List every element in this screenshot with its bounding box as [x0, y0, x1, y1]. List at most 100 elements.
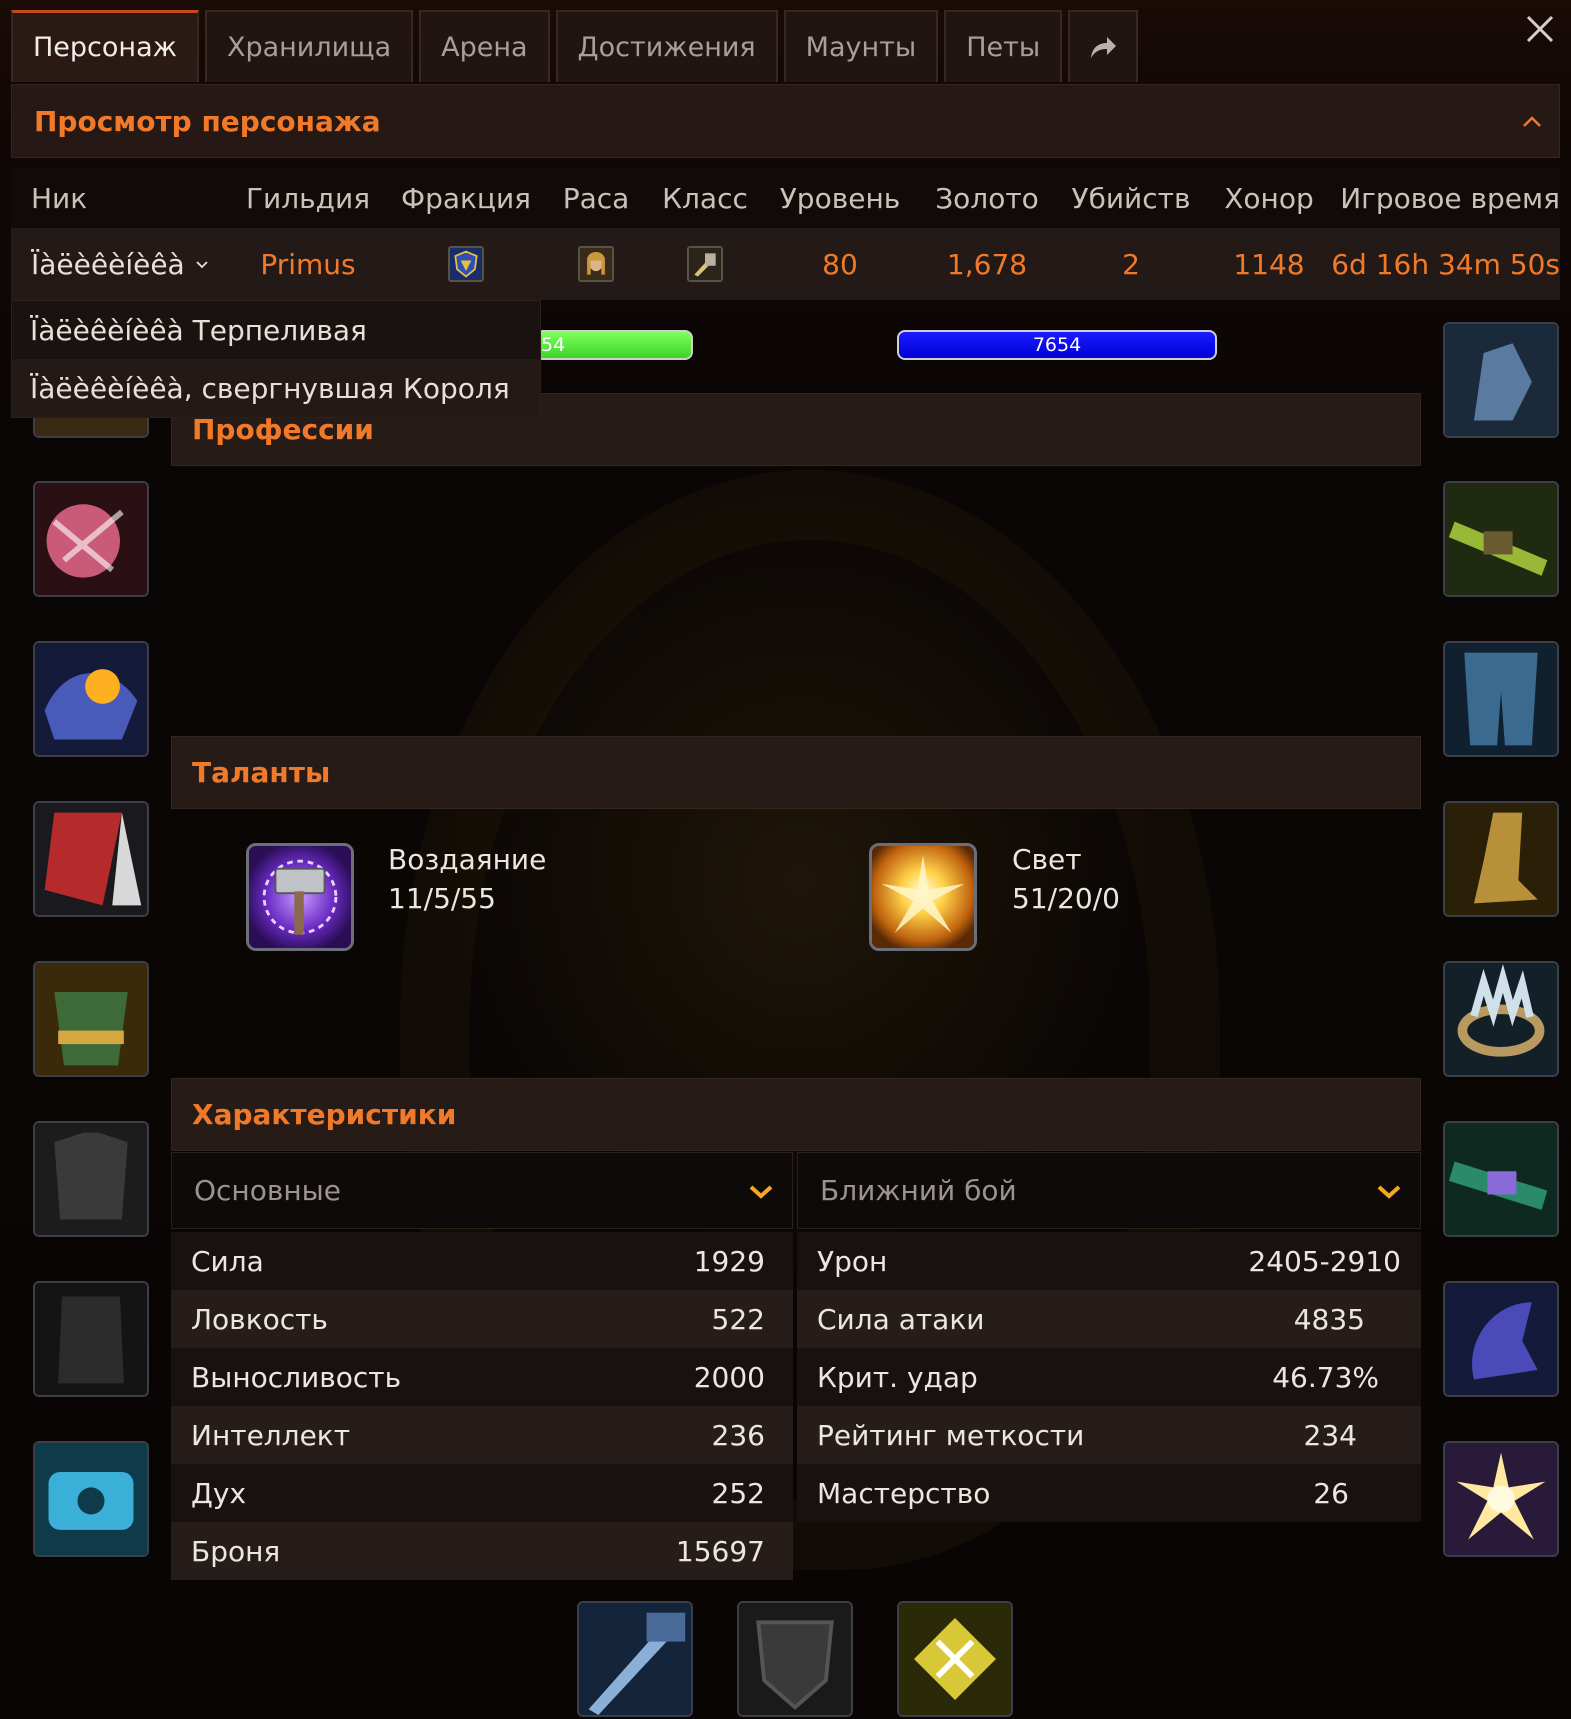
- nick-dropdown: Ïàëèêèíèêà Терпеливая Ïàëèêèíèêà, свергн…: [11, 300, 541, 418]
- stats-melee-select[interactable]: Ближний бой: [797, 1152, 1421, 1229]
- stat-row: Рейтинг меткости 234: [797, 1406, 1421, 1464]
- share-button[interactable]: [1068, 10, 1139, 82]
- gear-slot-off-hand[interactable]: [737, 1601, 853, 1717]
- table-header: Ник Гильдия Фракция Раса Класс Уровень З…: [11, 168, 1560, 228]
- gloves-icon: [1445, 324, 1557, 436]
- stat-row: Броня 15697: [171, 1522, 793, 1580]
- col-level: Уровень: [779, 181, 901, 215]
- stat-value: 4835: [1293, 1302, 1365, 1336]
- nick-value: Ïàëèêèíèêà: [31, 247, 185, 281]
- gear-slot-finger1[interactable]: [1443, 961, 1559, 1077]
- stat-label: Броня: [191, 1534, 281, 1568]
- col-nick: Ник: [31, 181, 88, 215]
- neck-icon: [35, 483, 147, 595]
- main-hand-icon: [579, 1603, 691, 1715]
- gear-slot-chest[interactable]: [33, 961, 149, 1077]
- close-icon[interactable]: [1523, 12, 1557, 46]
- stat-value: 236: [711, 1418, 765, 1452]
- talent-spec-points: 11/5/55: [388, 882, 496, 915]
- mana-value: 7654: [1032, 334, 1082, 356]
- gear-slot-back[interactable]: [33, 801, 149, 917]
- select-value: Основные: [194, 1174, 342, 1207]
- gear-slot-wrist[interactable]: [33, 1441, 149, 1557]
- ring-icon: [1445, 1123, 1557, 1235]
- chevron-down-icon: [749, 1185, 773, 1199]
- stats-category-select[interactable]: Основные: [171, 1152, 793, 1229]
- stats-title: Характеристики: [192, 1098, 457, 1131]
- stat-label: Мастерство: [817, 1476, 991, 1510]
- chevron-down-icon: [196, 261, 208, 269]
- chevron-down-icon: [1377, 1185, 1401, 1199]
- gear-slot-shirt[interactable]: [33, 1121, 149, 1237]
- stat-label: Урон: [817, 1244, 888, 1278]
- stats-header[interactable]: Характеристики: [171, 1078, 1421, 1151]
- col-kills: Убийств: [1071, 181, 1191, 215]
- trinket-icon: [1445, 1443, 1557, 1555]
- gear-slot-finger2[interactable]: [1443, 1121, 1559, 1237]
- health-bar: 54: [535, 330, 693, 360]
- gear-slot-trinket1[interactable]: [1443, 1281, 1559, 1397]
- chest-icon: [35, 963, 147, 1075]
- dropdown-option[interactable]: Ïàëèêèíèêà, свергнувшая Короля: [12, 359, 540, 417]
- table-row: Ïàëèêèíèêà Primus 80 1,678 2 1148 6d 16h…: [11, 228, 1560, 300]
- character-view-title: Просмотр персонажа: [34, 104, 381, 138]
- character-table: Ник Гильдия Фракция Раса Класс Уровень З…: [11, 168, 1560, 300]
- select-value: Ближний бой: [820, 1174, 1017, 1207]
- class-cell: [687, 228, 723, 300]
- stat-value: 234: [1303, 1418, 1357, 1452]
- stat-label: Интеллект: [191, 1418, 351, 1452]
- share-arrow-icon: [1091, 37, 1117, 58]
- talent-spec-name: Воздаяние: [388, 843, 547, 876]
- gear-slot-relic[interactable]: [897, 1601, 1013, 1717]
- stat-row: Сила 1929: [171, 1232, 793, 1290]
- holy-light-icon: [869, 843, 977, 951]
- stat-row: Интеллект 236: [171, 1406, 793, 1464]
- stat-label: Сила: [191, 1244, 264, 1278]
- col-honor: Хонор: [1224, 181, 1314, 215]
- gear-slot-hands[interactable]: [1443, 322, 1559, 438]
- gear-slot-shoulder[interactable]: [33, 641, 149, 757]
- gear-slot-neck[interactable]: [33, 481, 149, 597]
- talent-spec-points: 51/20/0: [1012, 882, 1120, 915]
- tab-character[interactable]: Персонаж: [11, 10, 199, 82]
- col-faction: Фракция: [400, 181, 532, 215]
- col-guild: Гильдия: [245, 181, 371, 215]
- talents-header[interactable]: Таланты: [171, 736, 1421, 809]
- ring-icon: [1445, 963, 1557, 1075]
- shoulder-icon: [35, 643, 147, 755]
- stat-value: 252: [711, 1476, 765, 1510]
- chevron-up-icon[interactable]: [1521, 111, 1543, 133]
- off-hand-icon: [739, 1603, 851, 1715]
- gear-slot-legs[interactable]: [1443, 641, 1559, 757]
- gear-slot-trinket2[interactable]: [1443, 1441, 1559, 1557]
- dropdown-option[interactable]: Ïàëèêèíèêà Терпеливая: [12, 301, 540, 359]
- gear-slot-feet[interactable]: [1443, 801, 1559, 917]
- tab-storages[interactable]: Хранилища: [204, 10, 414, 82]
- stat-value: 2000: [693, 1360, 765, 1394]
- paladin-class-icon: [687, 246, 723, 282]
- tab-mounts[interactable]: Маунты: [783, 10, 939, 82]
- trinket-icon: [1445, 1283, 1557, 1395]
- gear-slot-main-hand[interactable]: [577, 1601, 693, 1717]
- character-window: Персонаж Хранилища Арена Достижения Маун…: [0, 0, 1571, 1719]
- stat-value: 26: [1313, 1476, 1349, 1510]
- gear-slot-tabard[interactable]: [33, 1281, 149, 1397]
- nick-select[interactable]: Ïàëèêèíèêà: [31, 228, 209, 300]
- tab-pets[interactable]: Петы: [944, 10, 1063, 82]
- stat-value: 522: [711, 1302, 765, 1336]
- tab-bar: Персонаж Хранилища Арена Достижения Маун…: [11, 10, 1139, 82]
- stat-label: Рейтинг меткости: [817, 1418, 1085, 1452]
- playtime-value: 6d 16h 34m 50s: [1331, 247, 1560, 281]
- gear-slot-waist[interactable]: [1443, 481, 1559, 597]
- tab-arena[interactable]: Арена: [419, 10, 550, 82]
- stat-label: Сила атаки: [817, 1302, 985, 1336]
- character-view-header[interactable]: Просмотр персонажа: [11, 84, 1560, 158]
- col-playtime: Игровое время: [1340, 181, 1560, 215]
- stat-label: Крит. удар: [817, 1360, 978, 1394]
- stat-value: 2405-2910: [1248, 1244, 1401, 1278]
- cloak-icon: [35, 803, 147, 915]
- stat-label: Дух: [191, 1476, 247, 1510]
- alliance-crest-icon: [448, 246, 484, 282]
- stat-row: Дух 252: [171, 1464, 793, 1522]
- tab-achievements[interactable]: Достижения: [555, 10, 778, 82]
